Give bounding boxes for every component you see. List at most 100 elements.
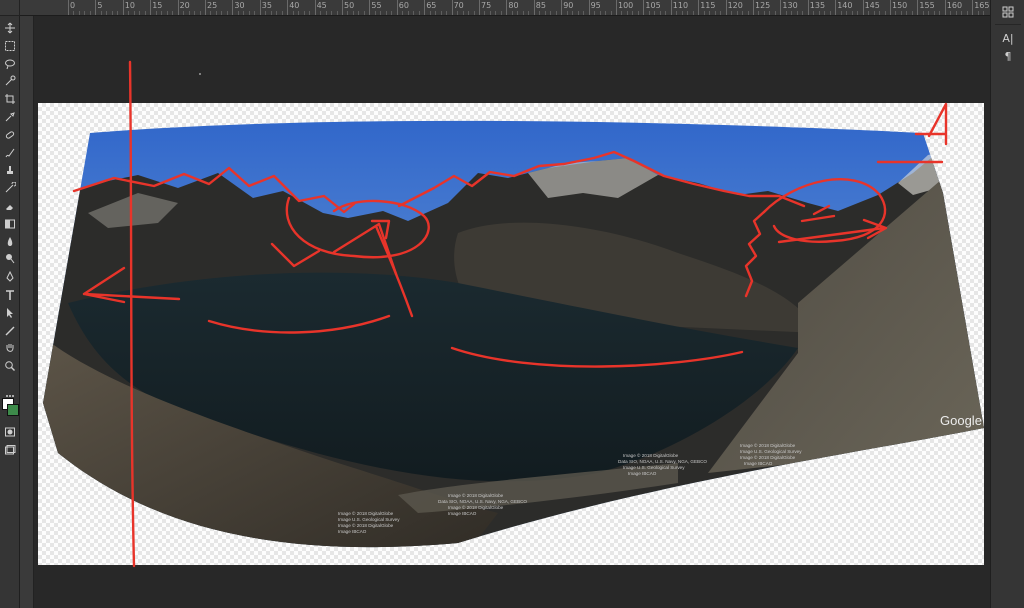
ruler-minor-tick (281, 11, 283, 15)
ruler-label: 120 (727, 1, 743, 10)
ruler-major-tick (753, 0, 754, 15)
lasso-tool-icon[interactable] (2, 56, 18, 72)
quick-mask-icon[interactable] (2, 424, 18, 440)
vertical-ruler[interactable] (20, 16, 34, 608)
ruler-minor-tick (813, 11, 815, 15)
ruler-minor-tick (484, 11, 486, 15)
ruler-minor-tick (983, 11, 985, 15)
ruler-minor-tick (363, 11, 365, 15)
ruler-minor-tick (495, 11, 497, 15)
ruler-minor-tick (763, 11, 765, 15)
quick-select-tool-icon[interactable] (2, 73, 18, 89)
ruler-minor-tick (846, 11, 848, 15)
ruler-minor-tick (736, 11, 738, 15)
ruler-minor-tick (385, 11, 387, 15)
ruler-minor-tick (648, 11, 650, 15)
eyedropper-tool-icon[interactable] (2, 109, 18, 125)
ruler-minor-tick (610, 11, 612, 15)
ruler-label: 5 (97, 1, 103, 10)
blur-tool-icon[interactable] (2, 234, 18, 250)
horizontal-ruler[interactable]: 0 5 10 15 20 25 30 35 40 45 50 55 60 65 70 75 80 85 90 95 10… (20, 0, 990, 16)
zoom-tool-icon[interactable] (2, 358, 18, 374)
marquee-tool-icon[interactable] (2, 38, 18, 54)
eraser-tool-icon[interactable] (2, 198, 18, 214)
ruler-minor-tick (720, 11, 722, 15)
ruler-minor-tick (703, 11, 705, 15)
ruler-minor-tick (665, 11, 667, 15)
type-tool-icon[interactable] (2, 287, 18, 303)
canvas-area[interactable]: Google E Image © 2018 DigitalGlobe Image… (34, 16, 990, 608)
ruler-major-tick (506, 0, 508, 15)
annotation-curve (207, 314, 391, 334)
ruler-minor-tick (528, 11, 530, 15)
paragraph-panel-button[interactable]: ¶ (999, 48, 1017, 64)
healing-brush-tool-icon[interactable] (2, 127, 18, 143)
ruler-label: 50 (344, 1, 355, 10)
ruler-minor-tick (468, 11, 470, 15)
ruler-minor-tick (435, 11, 437, 15)
ruler-minor-tick (911, 11, 913, 15)
annotation-curve (450, 346, 744, 368)
ruler-minor-tick (133, 11, 135, 15)
ruler-minor-tick (331, 11, 333, 15)
ruler-major-tick (451, 0, 453, 15)
crop-tool-icon[interactable] (2, 91, 18, 107)
ruler-minor-tick (928, 11, 930, 15)
ruler-label: 135 (809, 1, 826, 10)
ruler-label: 85 (535, 1, 546, 10)
ruler-major-tick (972, 0, 974, 15)
ruler-major-tick (588, 0, 590, 15)
pen-tool-icon[interactable] (2, 269, 18, 285)
canvas-dot (199, 73, 201, 75)
ruler-minor-tick (320, 11, 322, 15)
dodge-tool-icon[interactable] (2, 251, 18, 267)
screen-mode-icon[interactable] (2, 442, 18, 458)
ruler-label: 40 (289, 1, 300, 10)
ruler-minor-tick (599, 11, 601, 15)
ruler-label: 15 (152, 1, 163, 10)
ruler-minor-tick (555, 11, 557, 15)
ruler-major-tick (424, 0, 426, 15)
red-annotation-layer (72, 60, 948, 568)
ruler-minor-tick (692, 11, 694, 15)
panel-divider (995, 24, 1021, 25)
ruler-minor-tick (868, 11, 870, 15)
ruler-minor-tick (215, 11, 217, 15)
ruler-minor-tick (714, 11, 716, 15)
ruler-minor-tick (950, 11, 952, 15)
annotation-vertical-line (128, 60, 136, 568)
ruler-minor-tick (857, 11, 859, 15)
ruler-minor-tick (155, 11, 157, 15)
gradient-tool-icon[interactable] (2, 216, 18, 232)
properties-icon[interactable] (999, 4, 1017, 20)
line-tool-icon[interactable] (2, 323, 18, 339)
ruler-major-tick (314, 0, 316, 15)
ruler-label: 140 (837, 1, 853, 10)
brush-tool-icon[interactable] (2, 145, 18, 161)
ruler-minor-tick (194, 11, 196, 15)
character-panel-button[interactable]: A| (999, 30, 1017, 46)
annotation-loop (285, 196, 430, 259)
background-color-swatch[interactable] (7, 404, 19, 416)
ruler-label: 55 (371, 1, 382, 10)
history-brush-tool-icon[interactable] (2, 180, 18, 196)
ruler-minor-tick (254, 11, 256, 15)
path-select-tool-icon[interactable] (2, 305, 18, 321)
move-tool-icon[interactable] (2, 20, 18, 36)
ruler-minor-tick (199, 11, 201, 15)
ruler-label: 160 (946, 1, 963, 10)
ruler-minor-tick (188, 11, 190, 15)
ruler-minor-tick (380, 11, 382, 15)
more-tools-icon[interactable] (2, 388, 18, 404)
hand-tool-icon[interactable] (2, 340, 18, 356)
ruler-minor-tick (226, 11, 228, 15)
ruler-minor-tick (594, 11, 596, 15)
clone-stamp-tool-icon[interactable] (2, 162, 18, 178)
ruler-minor-tick (440, 11, 442, 15)
ruler-major-tick (643, 0, 645, 15)
ruler-label: 100 (618, 1, 634, 10)
ruler-minor-tick (457, 11, 459, 15)
ruler-origin[interactable] (0, 0, 20, 16)
ruler-minor-tick (402, 11, 404, 15)
ruler-label: 60 (398, 1, 409, 10)
